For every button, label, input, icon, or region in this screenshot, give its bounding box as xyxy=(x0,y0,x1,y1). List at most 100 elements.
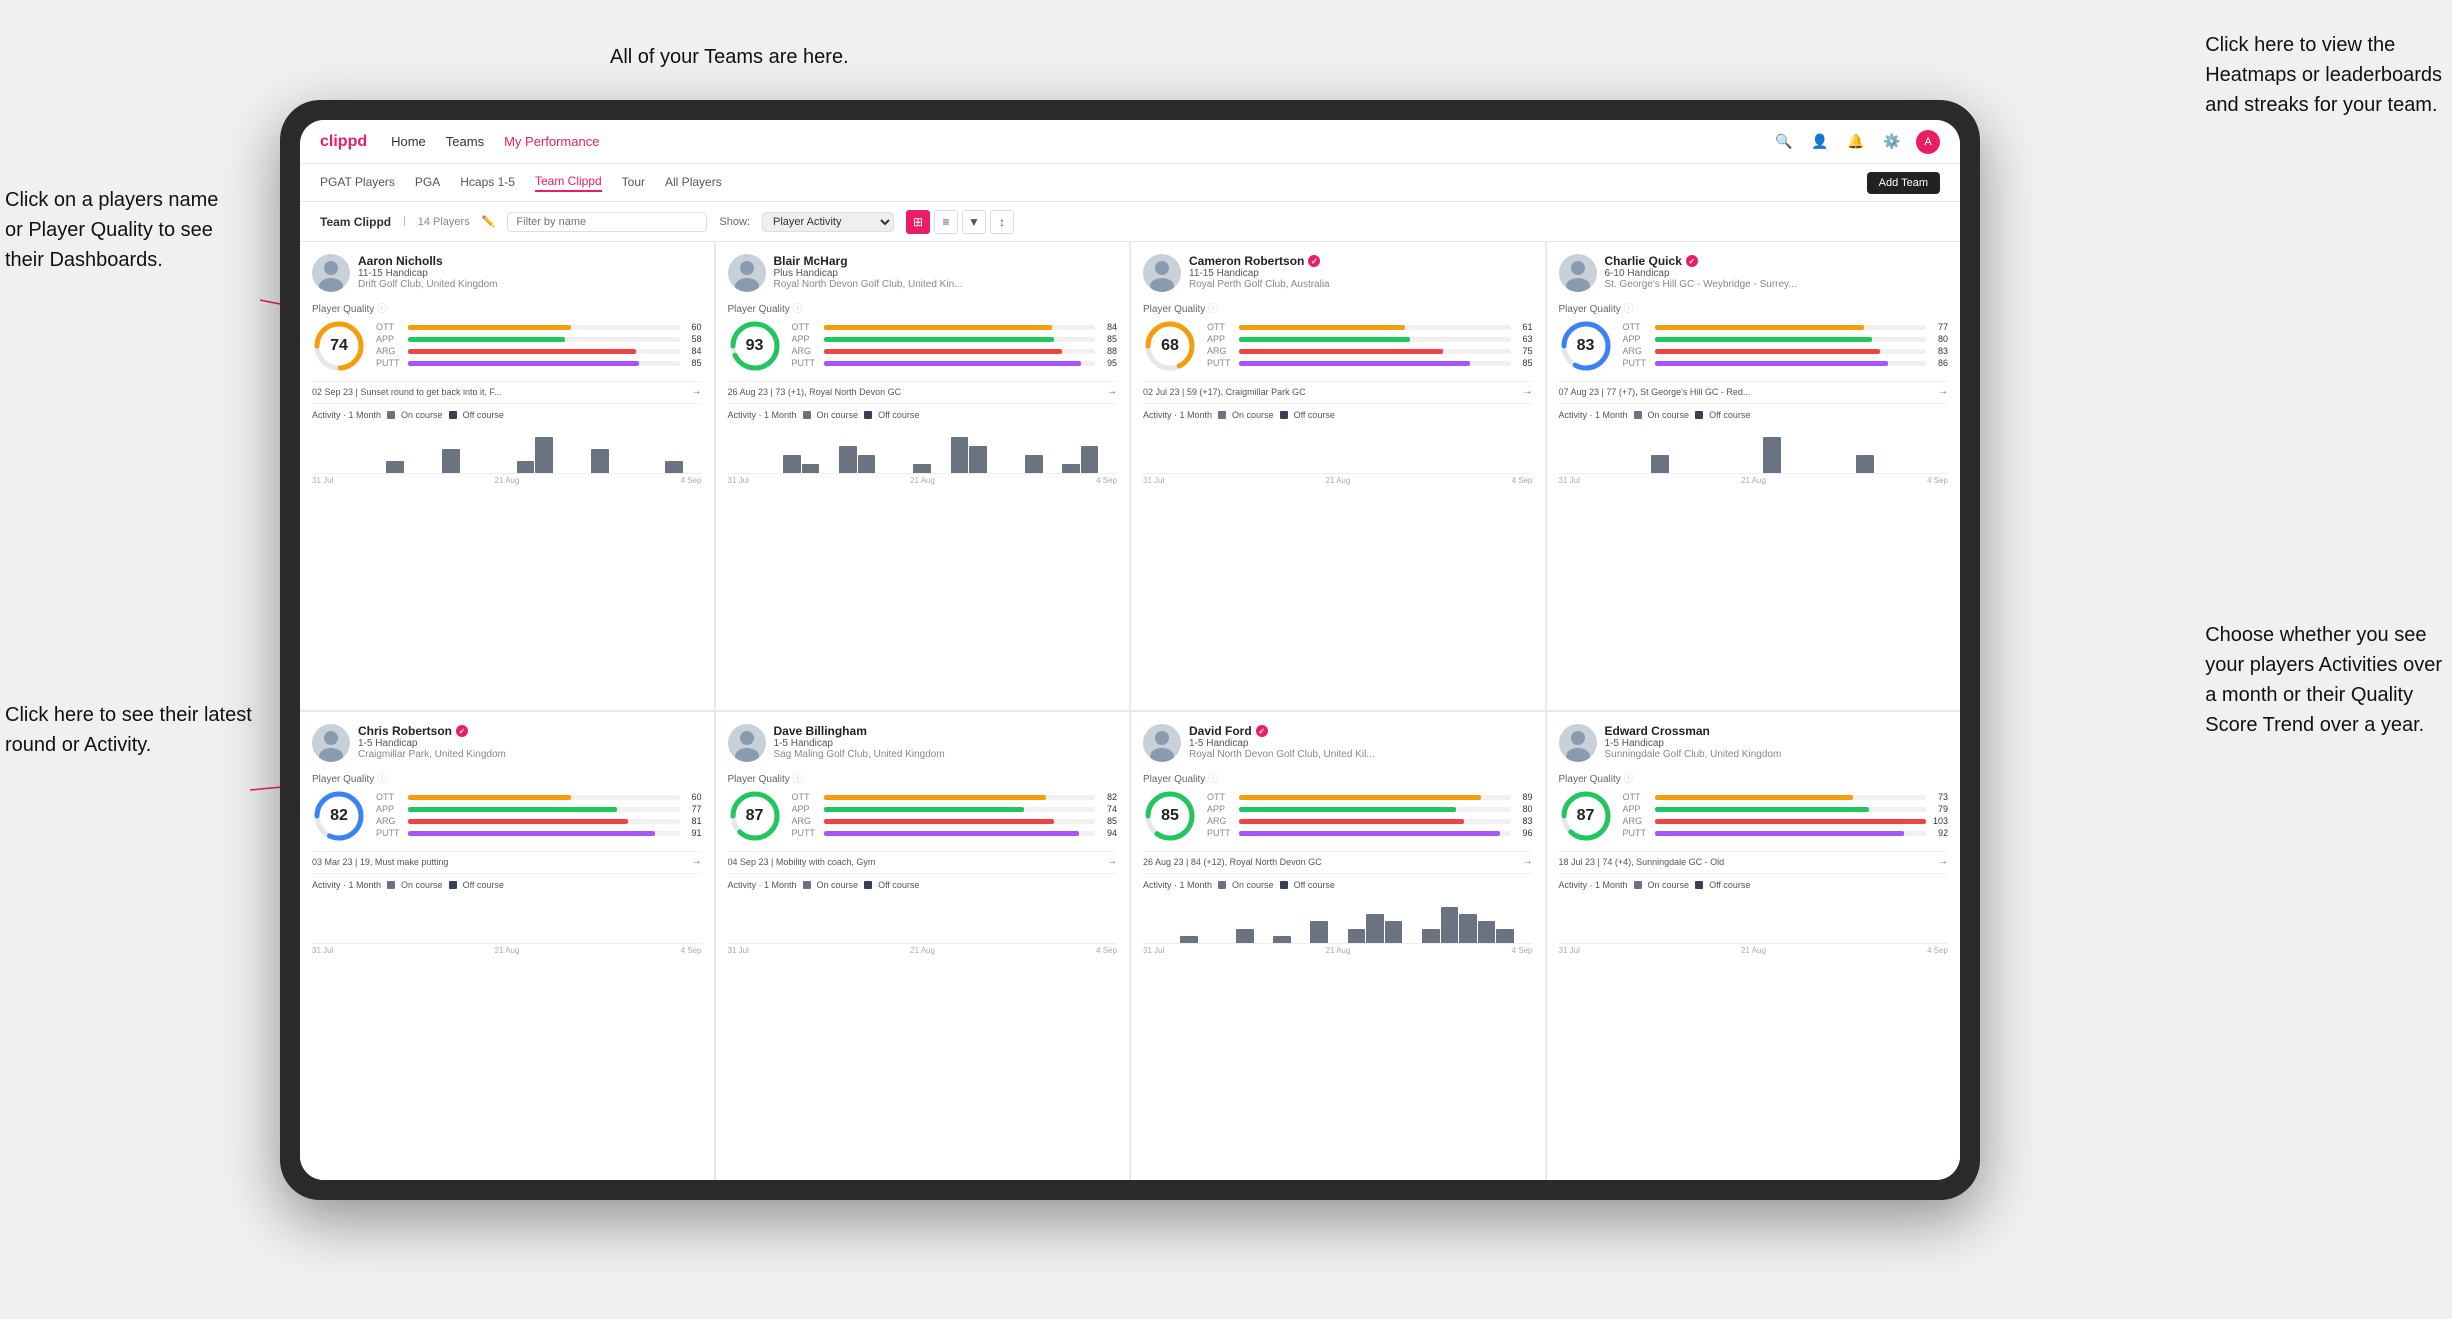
stat-bar-putt xyxy=(1655,831,1927,836)
edit-icon[interactable]: ✏️ xyxy=(482,215,496,228)
round-annotation-text: Click here to see their latest round or … xyxy=(5,704,252,756)
settings-icon[interactable]: ⚙️ xyxy=(1880,130,1904,154)
activity-title: Activity · 1 Month xyxy=(728,880,797,890)
player-club: Sag Maling Golf Club, United Kingdom xyxy=(774,749,1118,760)
quality-info-icon[interactable]: ⓘ xyxy=(377,304,387,315)
sub-nav-tour[interactable]: Tour xyxy=(622,175,645,191)
nav-logo: clippd xyxy=(320,133,367,151)
stat-row-putt: PUTT 85 xyxy=(1207,358,1533,368)
recent-round[interactable]: 26 Aug 23 | 73 (+1), Royal North Devon G… xyxy=(728,381,1118,397)
recent-round[interactable]: 03 Mar 23 | 19, Must make putting → xyxy=(312,851,702,867)
sort-view-icon[interactable]: ↕ xyxy=(990,210,1014,234)
on-course-dot xyxy=(387,411,395,419)
quality-circle[interactable]: 93 xyxy=(728,319,782,373)
stat-bar-arg xyxy=(824,819,1096,824)
stat-value-arg: 103 xyxy=(1930,816,1948,826)
activity-header: Activity · 1 Month On course Off course xyxy=(1143,410,1533,420)
nav-item-teams[interactable]: Teams xyxy=(446,134,484,149)
quality-circle[interactable]: 85 xyxy=(1143,789,1197,843)
quality-info-icon[interactable]: ⓘ xyxy=(793,304,803,315)
player-name-annotation-text: Click on a players name or Player Qualit… xyxy=(5,189,218,271)
player-card[interactable]: Dave Billingham 1-5 Handicap Sag Maling … xyxy=(716,712,1130,1180)
add-team-button[interactable]: Add Team xyxy=(1867,172,1940,194)
activity-title: Activity · 1 Month xyxy=(312,880,381,890)
player-club: Royal North Devon Golf Club, United Kin.… xyxy=(774,279,1118,290)
player-card[interactable]: Charlie Quick ✓ 6-10 Handicap St. George… xyxy=(1547,242,1961,710)
recent-round[interactable]: 02 Jul 23 | 59 (+17), Craigmillar Park G… xyxy=(1143,381,1533,397)
player-avatar xyxy=(1143,724,1181,762)
player-card[interactable]: Aaron Nicholls 11-15 Handicap Drift Golf… xyxy=(300,242,714,710)
stat-bar-app xyxy=(1239,337,1511,342)
bell-icon[interactable]: 🔔 xyxy=(1844,130,1868,154)
stat-row-putt: PUTT 86 xyxy=(1623,358,1949,368)
recent-round[interactable]: 18 Jul 23 | 74 (+4), Sunningdale GC - Ol… xyxy=(1559,851,1949,867)
stat-label-putt: PUTT xyxy=(1623,358,1651,368)
sub-nav-pga[interactable]: PGA xyxy=(415,175,440,191)
recent-round[interactable]: 04 Sep 23 | Mobility with coach, Gym → xyxy=(728,851,1118,867)
heatmaps-annotation: Click here to view the Heatmaps or leade… xyxy=(2205,30,2442,120)
round-arrow-icon: → xyxy=(1938,386,1948,397)
player-card[interactable]: David Ford ✓ 1-5 Handicap Royal North De… xyxy=(1131,712,1545,1180)
quality-info-icon[interactable]: ⓘ xyxy=(1208,774,1218,785)
quality-info-icon[interactable]: ⓘ xyxy=(793,774,803,785)
search-icon[interactable]: 🔍 xyxy=(1772,130,1796,154)
quality-info-icon[interactable]: ⓘ xyxy=(1208,304,1218,315)
stat-value-ott: 84 xyxy=(1099,322,1117,332)
sub-nav-pgat[interactable]: PGAT Players xyxy=(320,175,395,191)
recent-round[interactable]: 26 Aug 23 | 84 (+12), Royal North Devon … xyxy=(1143,851,1533,867)
quality-info-icon[interactable]: ⓘ xyxy=(377,774,387,785)
quality-info-icon[interactable]: ⓘ xyxy=(1624,304,1634,315)
table-view-icon[interactable]: ≡ xyxy=(934,210,958,234)
quality-circle[interactable]: 87 xyxy=(1559,789,1613,843)
player-card[interactable]: Edward Crossman 1-5 Handicap Sunningdale… xyxy=(1547,712,1961,1180)
stat-value-app: 80 xyxy=(1930,334,1948,344)
recent-round[interactable]: 02 Sep 23 | Sunset round to get back int… xyxy=(312,381,702,397)
chart-label-3: 4 Sep xyxy=(1927,946,1948,955)
sub-nav-all-players[interactable]: All Players xyxy=(665,175,722,191)
player-info: Aaron Nicholls 11-15 Handicap Drift Golf… xyxy=(358,254,702,290)
chart-labels: 31 Jul 21 Aug 4 Sep xyxy=(312,476,702,485)
stat-bar-app xyxy=(1655,807,1927,812)
stat-label-ott: OTT xyxy=(1207,322,1235,332)
filter-input[interactable] xyxy=(507,212,707,232)
sub-nav-hcaps[interactable]: Hcaps 1-5 xyxy=(460,175,515,191)
quality-circle[interactable]: 83 xyxy=(1559,319,1613,373)
quality-circle[interactable]: 87 xyxy=(728,789,782,843)
player-card[interactable]: Chris Robertson ✓ 1-5 Handicap Craigmill… xyxy=(300,712,714,1180)
player-avatar xyxy=(1143,254,1181,292)
filter-view-icon[interactable]: ▼ xyxy=(962,210,986,234)
quality-circle[interactable]: 68 xyxy=(1143,319,1197,373)
quality-circle[interactable]: 82 xyxy=(312,789,366,843)
player-card[interactable]: Cameron Robertson ✓ 11-15 Handicap Royal… xyxy=(1131,242,1545,710)
profile-icon[interactable]: 👤 xyxy=(1808,130,1832,154)
nav-item-my-performance[interactable]: My Performance xyxy=(504,134,599,149)
user-avatar-icon[interactable]: A xyxy=(1916,130,1940,154)
sub-nav: PGAT Players PGA Hcaps 1-5 Team Clippd T… xyxy=(300,164,1960,202)
recent-round[interactable]: 07 Aug 23 | 77 (+7), St George's Hill GC… xyxy=(1559,381,1949,397)
player-card[interactable]: Blair McHarg Plus Handicap Royal North D… xyxy=(716,242,1130,710)
stat-row-arg: ARG 85 xyxy=(792,816,1118,826)
quality-info-icon[interactable]: ⓘ xyxy=(1624,774,1634,785)
show-select[interactable]: Player Activity Quality Score Trend xyxy=(762,212,894,232)
stat-label-ott: OTT xyxy=(376,322,404,332)
quality-circle[interactable]: 74 xyxy=(312,319,366,373)
off-course-dot xyxy=(1695,411,1703,419)
quality-number: 83 xyxy=(1577,337,1595,355)
stat-row-ott: OTT 84 xyxy=(792,322,1118,332)
off-course-label: Off course xyxy=(1709,410,1750,420)
stat-value-putt: 91 xyxy=(684,828,702,838)
player-name: David Ford ✓ xyxy=(1189,724,1533,738)
on-course-dot xyxy=(803,881,811,889)
chart-labels: 31 Jul 21 Aug 4 Sep xyxy=(728,946,1118,955)
stat-bar-ott xyxy=(824,325,1096,330)
activity-section: Activity · 1 Month On course Off course … xyxy=(1143,873,1533,955)
quality-label: Player Quality ⓘ xyxy=(728,300,1118,315)
chart-label-2: 21 Aug xyxy=(910,476,935,485)
stat-bar-ott xyxy=(1655,795,1927,800)
sub-nav-team-clippd[interactable]: Team Clippd xyxy=(535,174,602,192)
grid-view-icon[interactable]: ⊞ xyxy=(906,210,930,234)
stat-label-app: APP xyxy=(1623,334,1651,344)
nav-item-home[interactable]: Home xyxy=(391,134,426,149)
activity-section: Activity · 1 Month On course Off course … xyxy=(1559,403,1949,485)
stat-bar-ott xyxy=(1239,795,1511,800)
